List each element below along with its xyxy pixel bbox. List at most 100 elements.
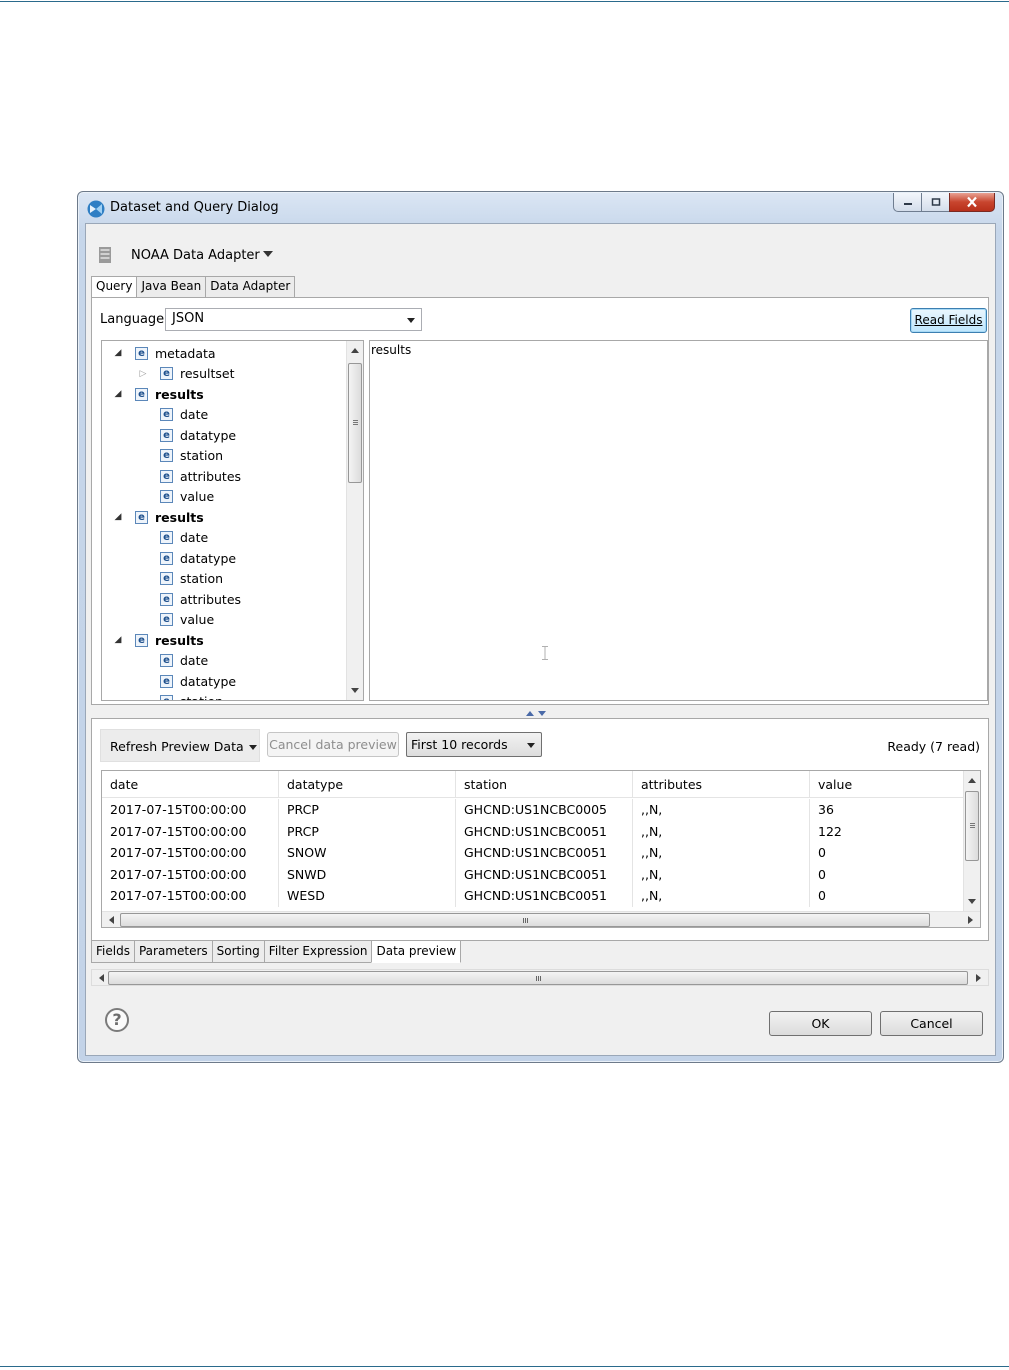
language-label: Language xyxy=(100,312,165,327)
tree-node[interactable]: e datatype xyxy=(138,671,236,691)
query-editor[interactable]: results xyxy=(369,340,988,701)
tree-node[interactable]: e date xyxy=(138,651,208,671)
title-bar[interactable]: Dataset and Query Dialog xyxy=(78,192,1003,224)
arrow-down-icon[interactable] xyxy=(538,711,546,716)
refresh-preview-button[interactable]: Refresh Preview Data xyxy=(100,729,260,762)
tree-node-label: results xyxy=(155,386,204,402)
help-icon[interactable]: ? xyxy=(105,1008,129,1032)
dialog-window: Dataset and Query Dialog NOAA Data Adapt… xyxy=(77,191,1004,1063)
tab-java-bean[interactable]: Java Bean xyxy=(136,276,207,297)
ok-button[interactable]: OK xyxy=(769,1011,872,1036)
chevron-down-icon[interactable] xyxy=(249,745,257,750)
column-header-attributes[interactable]: attributes xyxy=(633,771,810,798)
panel-splitter[interactable] xyxy=(526,711,546,716)
tab-data-adapter[interactable]: Data Adapter xyxy=(205,276,296,297)
scroll-thumb[interactable] xyxy=(965,791,979,861)
expand-arrow-icon[interactable]: ▷ xyxy=(138,369,148,379)
tree-node[interactable]: e datatype xyxy=(138,548,236,568)
table-row[interactable]: 2017-07-15T00:00:00 PRCP GHCND:US1NCBC0005… xyxy=(102,799,965,821)
column-header-date[interactable]: date xyxy=(102,771,279,798)
table-row[interactable]: 2017-07-15T00:00:00 PRCP GHCND:US1NCBC0051… xyxy=(102,820,965,843)
tree-node[interactable]: e attributes xyxy=(138,466,241,486)
table-row[interactable]: 2017-07-15T00:00:00 SNOW GHCND:US1NCBC0051… xyxy=(102,842,965,865)
tab-data-preview[interactable]: Data preview xyxy=(371,941,462,963)
tree-node[interactable]: e value xyxy=(138,610,214,630)
collapse-arrow-icon[interactable]: ◢ xyxy=(113,348,123,358)
page-top-rule xyxy=(0,1,1009,2)
tab-filter-expression[interactable]: Filter Expression xyxy=(263,941,373,963)
scroll-up-icon[interactable] xyxy=(351,348,359,353)
table-cell-value: 0 xyxy=(818,866,826,882)
tree-node-label: attributes xyxy=(180,468,242,484)
element-icon: e xyxy=(160,428,173,442)
tree-scrollbar[interactable] xyxy=(346,341,363,700)
chevron-down-icon xyxy=(527,743,535,748)
chevron-down-icon[interactable] xyxy=(263,251,273,257)
column-header-datatype[interactable]: datatype xyxy=(279,771,456,798)
cancel-preview-button[interactable]: Cancel data preview xyxy=(267,732,399,757)
element-icon: e xyxy=(160,367,173,380)
tree-node[interactable]: ▷ e resultset xyxy=(138,364,235,384)
scroll-left-icon[interactable] xyxy=(109,916,114,924)
scroll-down-icon[interactable] xyxy=(351,688,359,693)
scroll-down-icon[interactable] xyxy=(968,899,976,904)
column-header-station[interactable]: station xyxy=(456,771,633,798)
scroll-right-icon[interactable] xyxy=(976,974,981,982)
scroll-thumb[interactable] xyxy=(108,971,968,985)
column-header-value[interactable]: value xyxy=(810,771,965,798)
tree-node-label: datatype xyxy=(180,673,237,689)
tree-node[interactable]: ◢ e results xyxy=(113,630,204,650)
tree-node[interactable]: ◢ e results xyxy=(113,384,204,404)
tree-node-label: station xyxy=(180,571,224,586)
tree-node[interactable]: e station xyxy=(138,446,223,466)
close-button[interactable] xyxy=(949,193,995,212)
tree-node[interactable]: e station xyxy=(138,569,223,589)
table-row[interactable]: 2017-07-15T00:00:00 WESD GHCND:US1NCBC0051… xyxy=(102,885,965,908)
records-select[interactable]: First 10 records xyxy=(406,732,542,757)
tab-query[interactable]: Query xyxy=(91,276,138,297)
table-cell-station: GHCND:US1NCBC0051 xyxy=(456,885,633,908)
scroll-left-icon[interactable] xyxy=(99,974,104,982)
table-horizontal-scrollbar[interactable] xyxy=(102,911,980,927)
data-adapter-icon xyxy=(99,247,111,263)
query-text: results xyxy=(371,343,412,357)
tree-node-label: results xyxy=(155,509,204,525)
table-row[interactable]: 2017-07-15T00:00:00 SNWD GHCND:US1NCBC0051… xyxy=(102,863,965,886)
thumb-grip xyxy=(353,424,358,425)
scroll-thumb[interactable] xyxy=(348,363,362,483)
adapter-selector[interactable]: NOAA Data Adapter xyxy=(86,224,995,282)
element-icon: e xyxy=(160,408,173,421)
tree-node[interactable]: ◢ e metadata xyxy=(113,343,216,363)
minimize-button[interactable] xyxy=(893,193,921,212)
tree-node[interactable]: e datatype xyxy=(138,425,236,445)
tree-node[interactable]: e date xyxy=(138,405,208,425)
table-header: date datatype station attributes value xyxy=(102,771,965,798)
tree-node[interactable]: e date xyxy=(138,528,208,548)
collapse-arrow-icon[interactable]: ◢ xyxy=(113,635,123,645)
dialog-horizontal-scrollbar[interactable] xyxy=(91,969,989,986)
table-vertical-scrollbar[interactable] xyxy=(963,771,980,911)
tab-sorting[interactable]: Sorting xyxy=(211,941,265,963)
read-fields-button[interactable]: Read Fields xyxy=(910,308,987,333)
collapse-arrow-icon[interactable]: ◢ xyxy=(113,512,123,522)
table-cell-value: 36 xyxy=(818,802,834,817)
cancel-button[interactable]: Cancel xyxy=(880,1011,983,1036)
tree-node-label: attributes xyxy=(180,591,242,607)
tree-node-label: date xyxy=(180,653,209,668)
tree-node[interactable]: e attributes xyxy=(138,589,241,609)
scroll-right-icon[interactable] xyxy=(968,916,973,924)
tree-node[interactable]: e station xyxy=(138,692,223,700)
table-cell-value: 0 xyxy=(818,888,826,904)
tree-node-label: results xyxy=(155,632,204,648)
tab-fields[interactable]: Fields xyxy=(91,941,135,963)
collapse-arrow-icon[interactable]: ◢ xyxy=(113,389,123,399)
tree-node[interactable]: e value xyxy=(138,487,214,507)
scroll-up-icon[interactable] xyxy=(968,778,976,783)
arrow-up-icon[interactable] xyxy=(526,711,534,716)
scroll-thumb[interactable] xyxy=(120,913,930,927)
maximize-button[interactable] xyxy=(921,193,949,212)
tab-parameters[interactable]: Parameters xyxy=(133,941,213,963)
language-select[interactable]: JSON xyxy=(165,308,422,331)
text-cursor-icon xyxy=(542,646,548,660)
tree-node[interactable]: ◢ e results xyxy=(113,507,204,527)
